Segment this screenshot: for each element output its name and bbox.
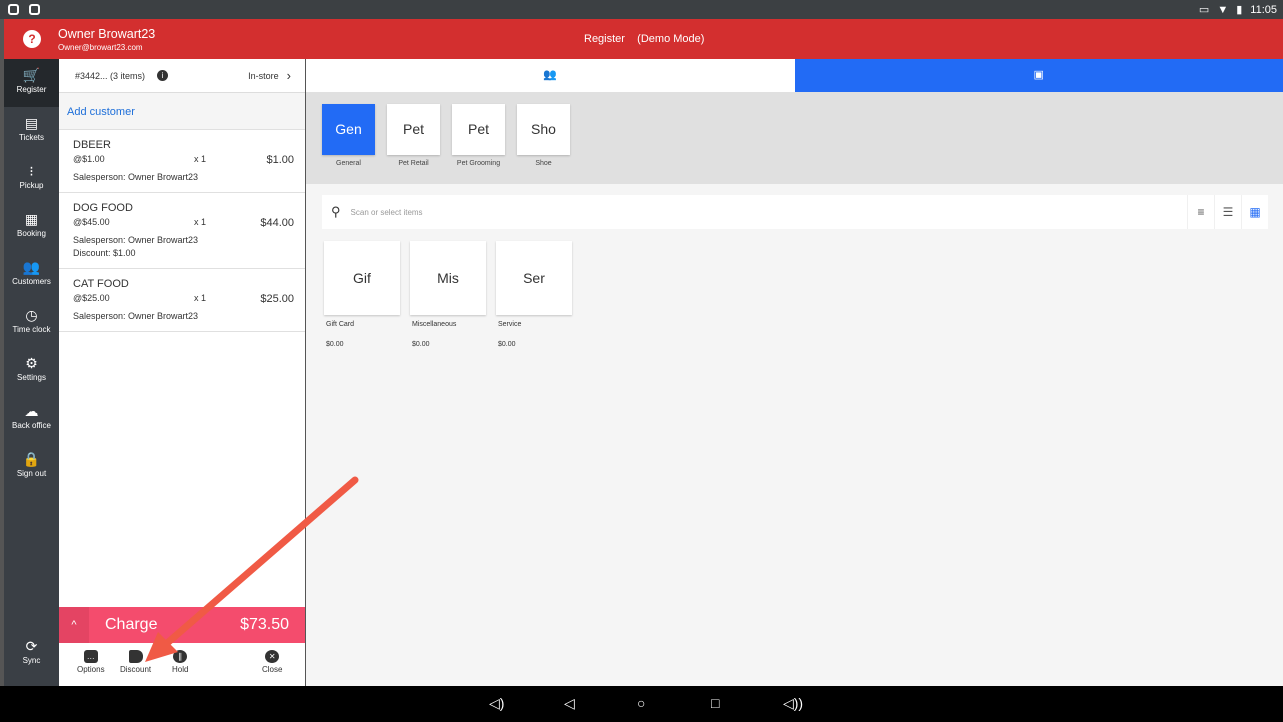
- battery-icon: ▮: [1236, 4, 1243, 16]
- category-shoe[interactable]: Sho Shoe: [517, 104, 570, 184]
- clock: 11:05: [1250, 3, 1277, 16]
- cart-line-item[interactable]: DBEER @$1.00 x 1 $1.00 Salesperson: Owner …: [59, 130, 305, 193]
- gallery-icon: ▣: [1033, 69, 1044, 81]
- sidebar-item-sign-out[interactable]: 🔒 Sign out: [4, 443, 59, 491]
- lock-icon: 🔒: [22, 451, 41, 467]
- sidebar-item-customers[interactable]: 👥 Customers: [4, 251, 59, 299]
- search-bar: ⚲ Scan or select items ≡ ☰ ▦: [322, 195, 1268, 229]
- sidebar-item-pickup[interactable]: ⁝ Pickup: [4, 155, 59, 203]
- customers-icon: 👥: [543, 69, 558, 81]
- search-icon: ⚲: [331, 204, 341, 219]
- sidebar: 🛒 Register ▤ Tickets ⁝ Pickup ▦ Booking 👥 Cus…: [4, 59, 59, 686]
- cart-line-item[interactable]: CAT FOOD @$25.00 x 1 $25.00 Salesperson: O…: [59, 269, 305, 332]
- android-nav-bar: ◁) ◁ ○ □ ◁)): [0, 686, 1283, 722]
- sidebar-item-time-clock[interactable]: ◷ Time clock: [4, 299, 59, 347]
- category-pet-retail[interactable]: Pet Pet Retail: [387, 104, 440, 184]
- category-general[interactable]: Gen General: [322, 104, 375, 184]
- order-id: #3442... (3 items): [75, 70, 146, 81]
- options-button[interactable]: … Options: [77, 650, 105, 674]
- tab-customers[interactable]: 👥: [306, 59, 795, 92]
- close-icon: ✕: [265, 650, 280, 663]
- search-input[interactable]: Scan or select items: [351, 208, 1187, 217]
- order-actions: … Options Discount ∥ Hold ✕ Close: [59, 650, 305, 686]
- grid-view-icon[interactable]: ▦: [1241, 195, 1268, 229]
- home-icon[interactable]: ○: [637, 695, 645, 711]
- sync-icon: ⟳: [25, 638, 38, 654]
- cart-icon: 🛒: [22, 67, 41, 83]
- tag-icon: [128, 650, 143, 663]
- order-header[interactable]: #3442... (3 items) i In-store ›: [59, 59, 305, 93]
- order-mode: In-store: [248, 70, 279, 81]
- cloud-icon: ☁: [24, 403, 39, 419]
- volume-up-icon[interactable]: ◁)): [783, 695, 803, 712]
- sidebar-item-booking[interactable]: ▦ Booking: [4, 203, 59, 251]
- discount-button[interactable]: Discount: [120, 650, 151, 674]
- charge-button[interactable]: ^ Charge $73.50: [59, 607, 305, 643]
- info-icon[interactable]: i: [157, 70, 169, 81]
- sidebar-item-settings[interactable]: ⚙ Settings: [4, 347, 59, 395]
- order-panel: #3442... (3 items) i In-store › Add cust…: [59, 59, 305, 686]
- back-icon[interactable]: ◁: [564, 695, 575, 712]
- pickup-icon: ⁝: [29, 163, 34, 179]
- help-icon[interactable]: ?: [23, 30, 41, 48]
- add-customer-link[interactable]: Add customer: [59, 93, 305, 130]
- gear-icon: ⚙: [25, 355, 38, 371]
- category-list: Gen General Pet Pet Retail Pet Pet Grooming…: [306, 92, 1283, 184]
- pause-icon: ∥: [173, 650, 188, 663]
- owner-email: Owner@browart23.com: [58, 43, 143, 52]
- cast-icon: ▭: [1198, 4, 1210, 16]
- list-view-icon[interactable]: ☰: [1214, 195, 1241, 229]
- sidebar-item-back-office[interactable]: ☁ Back office: [4, 395, 59, 443]
- product-miscellaneous[interactable]: Mis Miscellaneous $0.00: [410, 241, 486, 348]
- notification-icon: [29, 4, 40, 15]
- more-icon: …: [83, 650, 98, 663]
- wifi-icon: ▼: [1217, 3, 1229, 16]
- status-bar: ▭ ▼ ▮ 11:05: [0, 0, 1283, 19]
- sidebar-item-tickets[interactable]: ▤ Tickets: [4, 107, 59, 155]
- volume-down-icon[interactable]: ◁): [489, 695, 504, 712]
- tickets-icon: ▤: [24, 115, 39, 131]
- charge-amount: $73.50: [240, 616, 289, 633]
- app-header: ? Owner Browart23 Owner@browart23.com Re…: [4, 19, 1283, 59]
- close-button[interactable]: ✕ Close: [262, 650, 282, 674]
- recents-icon[interactable]: □: [711, 695, 719, 711]
- sidebar-item-sync[interactable]: ⟳ Sync: [4, 630, 59, 678]
- app-icon: [8, 4, 19, 15]
- page-title: Register (Demo Mode): [584, 33, 705, 45]
- category-pet-grooming[interactable]: Pet Pet Grooming: [452, 104, 505, 184]
- product-gift-card[interactable]: Gif Gift Card $0.00: [324, 241, 400, 348]
- owner-name: Owner Browart23: [58, 27, 156, 41]
- clock-icon: ◷: [25, 307, 38, 323]
- chevron-up-icon[interactable]: ^: [59, 607, 89, 643]
- chevron-right-icon[interactable]: ›: [287, 68, 291, 83]
- calendar-icon: ▦: [24, 211, 39, 227]
- customers-icon: 👥: [22, 259, 41, 275]
- cart-line-item[interactable]: DOG FOOD @$45.00 x 1 $44.00 Salesperson: O…: [59, 193, 305, 269]
- tab-items[interactable]: ▣: [794, 59, 1283, 92]
- sidebar-item-register[interactable]: 🛒 Register: [4, 59, 59, 107]
- product-service[interactable]: Ser Service $0.00: [496, 241, 572, 348]
- catalog-panel: 👥 ▣ Gen General Pet Pet Retail Pet Pet Groo…: [306, 59, 1283, 686]
- product-grid: Gif Gift Card $0.00 Mis Miscellaneous $0.00 …: [324, 241, 572, 348]
- sort-icon[interactable]: ≡: [1187, 195, 1214, 229]
- hold-button[interactable]: ∥ Hold: [172, 650, 188, 674]
